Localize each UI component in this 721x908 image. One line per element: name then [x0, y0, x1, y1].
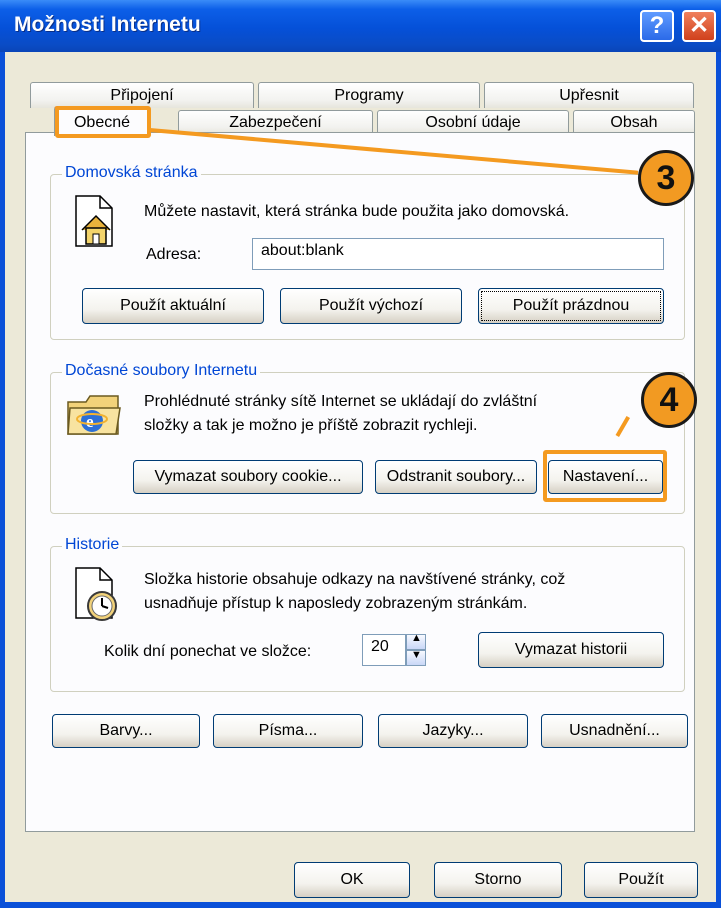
days-label: Kolik dní ponechat ve složce: [104, 643, 312, 660]
dialog-window: Možnosti Internetu ? ✕ Připojení Program… [0, 0, 721, 908]
address-input[interactable]: about:blank [252, 238, 664, 270]
callout-badge-4: 4 [641, 372, 697, 428]
spin-up-button[interactable]: ▲ [406, 632, 426, 650]
days-value: 20 [371, 638, 389, 655]
temp-files-description-2: složky a tak je možno je příště zobrazit… [144, 417, 478, 434]
tab-zabezpeceni[interactable]: Zabezpečení [178, 110, 373, 134]
spin-up-icon: ▲ [411, 632, 422, 644]
help-button[interactable]: ? [640, 10, 674, 42]
cancel-button[interactable]: Storno [434, 862, 562, 898]
languages-button[interactable]: Jazyky... [378, 714, 528, 748]
clear-history-button[interactable]: Vymazat historii [478, 632, 664, 668]
use-default-button[interactable]: Použít výchozí [280, 288, 462, 324]
window-title: Možnosti Internetu [14, 13, 201, 36]
apply-button[interactable]: Použít [584, 862, 698, 898]
home-page-icon [72, 194, 118, 250]
history-description-2: usnadňuje přístup k naposledy zobrazeným… [144, 595, 528, 612]
history-description-1: Složka historie obsahuje odkazy na navšt… [144, 571, 566, 588]
callout-highlight-settings [543, 450, 667, 502]
help-icon: ? [649, 12, 665, 39]
accessibility-button[interactable]: Usnadnění... [541, 714, 688, 748]
use-blank-button[interactable]: Použít prázdnou [478, 288, 664, 324]
close-button[interactable]: ✕ [682, 10, 716, 42]
ie-folder-icon: e [64, 388, 124, 440]
history-clock-icon [72, 564, 124, 624]
home-page-group-title: Domovská stránka [62, 164, 201, 182]
home-page-description: Můžete nastavit, která stránka bude použ… [144, 203, 570, 220]
callout-highlight-obecne [55, 106, 151, 138]
tab-osobni-udaje[interactable]: Osobní údaje [377, 110, 569, 134]
tab-obsah[interactable]: Obsah [573, 110, 695, 134]
delete-files-button[interactable]: Odstranit soubory... [375, 460, 537, 494]
use-current-button[interactable]: Použít aktuální [82, 288, 264, 324]
history-group-title: Historie [62, 536, 123, 554]
ok-button[interactable]: OK [294, 862, 410, 898]
address-label: Adresa: [146, 246, 202, 263]
colors-button[interactable]: Barvy... [52, 714, 200, 748]
tab-programy[interactable]: Programy [258, 82, 480, 108]
spin-down-button[interactable]: ▼ [406, 649, 426, 666]
address-value: about:blank [261, 242, 344, 259]
tab-pripojeni[interactable]: Připojení [30, 82, 254, 108]
spin-down-icon: ▼ [411, 649, 422, 661]
close-icon: ✕ [688, 12, 710, 39]
fonts-button[interactable]: Písma... [213, 714, 363, 748]
title-bar[interactable]: Možnosti Internetu ? ✕ [0, 0, 721, 52]
temp-files-group-title: Dočasné soubory Internetu [62, 362, 261, 380]
delete-cookies-button[interactable]: Vymazat soubory cookie... [133, 460, 363, 494]
temp-files-description-1: Prohlédnuté stránky sítě Internet se ukl… [144, 393, 538, 410]
callout-badge-3: 3 [638, 150, 694, 206]
tab-upresnit[interactable]: Upřesnit [484, 82, 694, 108]
days-input[interactable]: 20 [362, 634, 406, 666]
